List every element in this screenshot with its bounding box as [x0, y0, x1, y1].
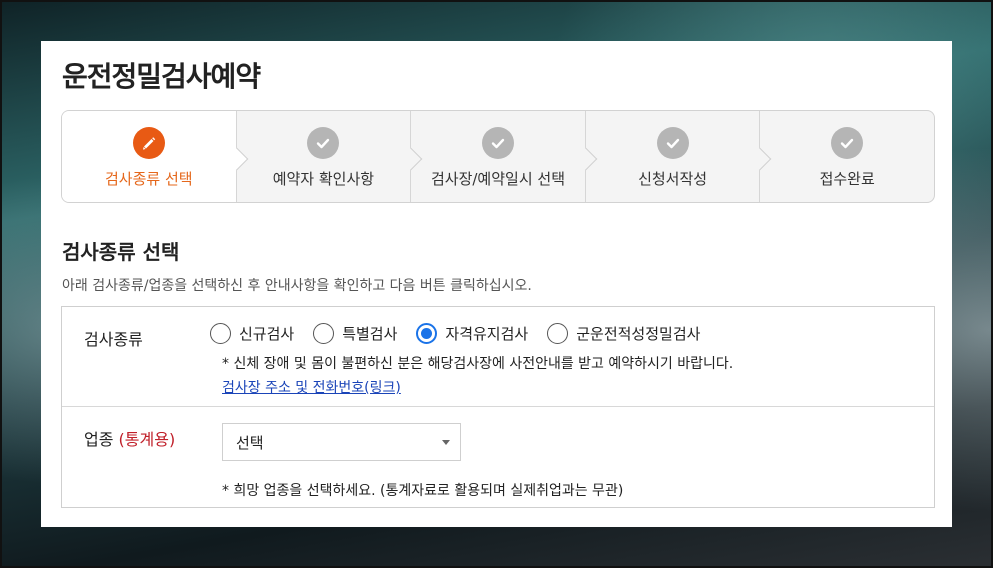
- exam-type-radio-group: 신규검사 특별검사 자격유지검사 군운전적성정밀검사: [210, 323, 719, 344]
- radio-option-special[interactable]: 특별검사: [313, 323, 397, 344]
- step-label: 접수완료: [819, 170, 875, 188]
- check-icon: [481, 127, 514, 159]
- step-reserver-check[interactable]: 예약자 확인사항: [235, 111, 423, 202]
- radio-button[interactable]: [210, 323, 231, 344]
- step-application-form[interactable]: 신청서작성: [584, 111, 772, 202]
- section-description: 아래 검사종류/업종을 선택하신 후 안내사항을 확인하고 다음 버튼 클릭하십…: [62, 278, 532, 294]
- step-label: 예약자 확인사항: [272, 170, 375, 188]
- step-complete[interactable]: 접수완료: [759, 111, 934, 202]
- check-icon: [656, 127, 689, 159]
- radio-button-checked[interactable]: [416, 323, 438, 344]
- radio-label: 군운전적성정밀검사: [576, 325, 701, 343]
- section-title: 검사종류 선택: [62, 240, 180, 264]
- exam-type-label: 검사종류: [84, 330, 143, 349]
- industry-label: 업종 (통계용): [84, 426, 175, 450]
- radio-option-military[interactable]: 군운전적성정밀검사: [547, 323, 700, 344]
- radio-label: 신규검사: [239, 325, 295, 343]
- industry-hint: * 희망 업종을 선택하세요. (통계자료로 활용되며 실제취업과는 무관): [222, 483, 624, 499]
- step-center-datetime[interactable]: 검사장/예약일시 선택: [410, 111, 598, 202]
- disability-notice: * 신체 장애 및 몸이 불편하신 분은 해당검사장에 사전안내를 받고 예약하…: [222, 356, 734, 372]
- radio-option-qualification[interactable]: 자격유지검사: [416, 323, 528, 344]
- step-label: 신청서작성: [638, 170, 708, 188]
- radio-button[interactable]: [313, 323, 335, 344]
- exam-type-row: 검사종류 신규검사 특별검사 자격유지검사 군운전적성정밀검사 * 신체 장애 …: [62, 307, 934, 407]
- check-icon: [831, 127, 864, 159]
- industry-row: 업종 (통계용) 선택 * 희망 업종을 선택하세요. (통계자료로 활용되며 …: [62, 407, 934, 508]
- radio-option-new[interactable]: 신규검사: [210, 323, 294, 344]
- reservation-card: 운전정밀검사예약 검사종류 선택 예약자 확인사항 검사장/예약일시 선택 신청…: [41, 41, 952, 527]
- industry-select[interactable]: 선택: [222, 423, 461, 461]
- step-label: 검사장/예약일시 선택: [430, 170, 565, 188]
- industry-label-note: (통계용): [118, 430, 176, 449]
- step-exam-type[interactable]: 검사종류 선택: [62, 111, 248, 202]
- page-title: 운전정밀검사예약: [62, 60, 261, 93]
- pencil-icon: [132, 127, 165, 159]
- center-contact-link[interactable]: 검사장 주소 및 전화번호(링크): [222, 377, 401, 397]
- radio-label: 자격유지검사: [445, 325, 529, 343]
- progress-steps: 검사종류 선택 예약자 확인사항 검사장/예약일시 선택 신청서작성 접수완료: [61, 110, 935, 203]
- exam-form: 검사종류 신규검사 특별검사 자격유지검사 군운전적성정밀검사 * 신체 장애 …: [61, 306, 935, 508]
- check-icon: [307, 127, 340, 159]
- industry-label-text: 업종: [84, 430, 114, 449]
- radio-button[interactable]: [547, 323, 569, 344]
- chevron-down-icon: [442, 440, 450, 445]
- step-label: 검사종류 선택: [105, 170, 193, 188]
- industry-select-value: 선택: [236, 433, 264, 452]
- radio-label: 특별검사: [342, 325, 398, 343]
